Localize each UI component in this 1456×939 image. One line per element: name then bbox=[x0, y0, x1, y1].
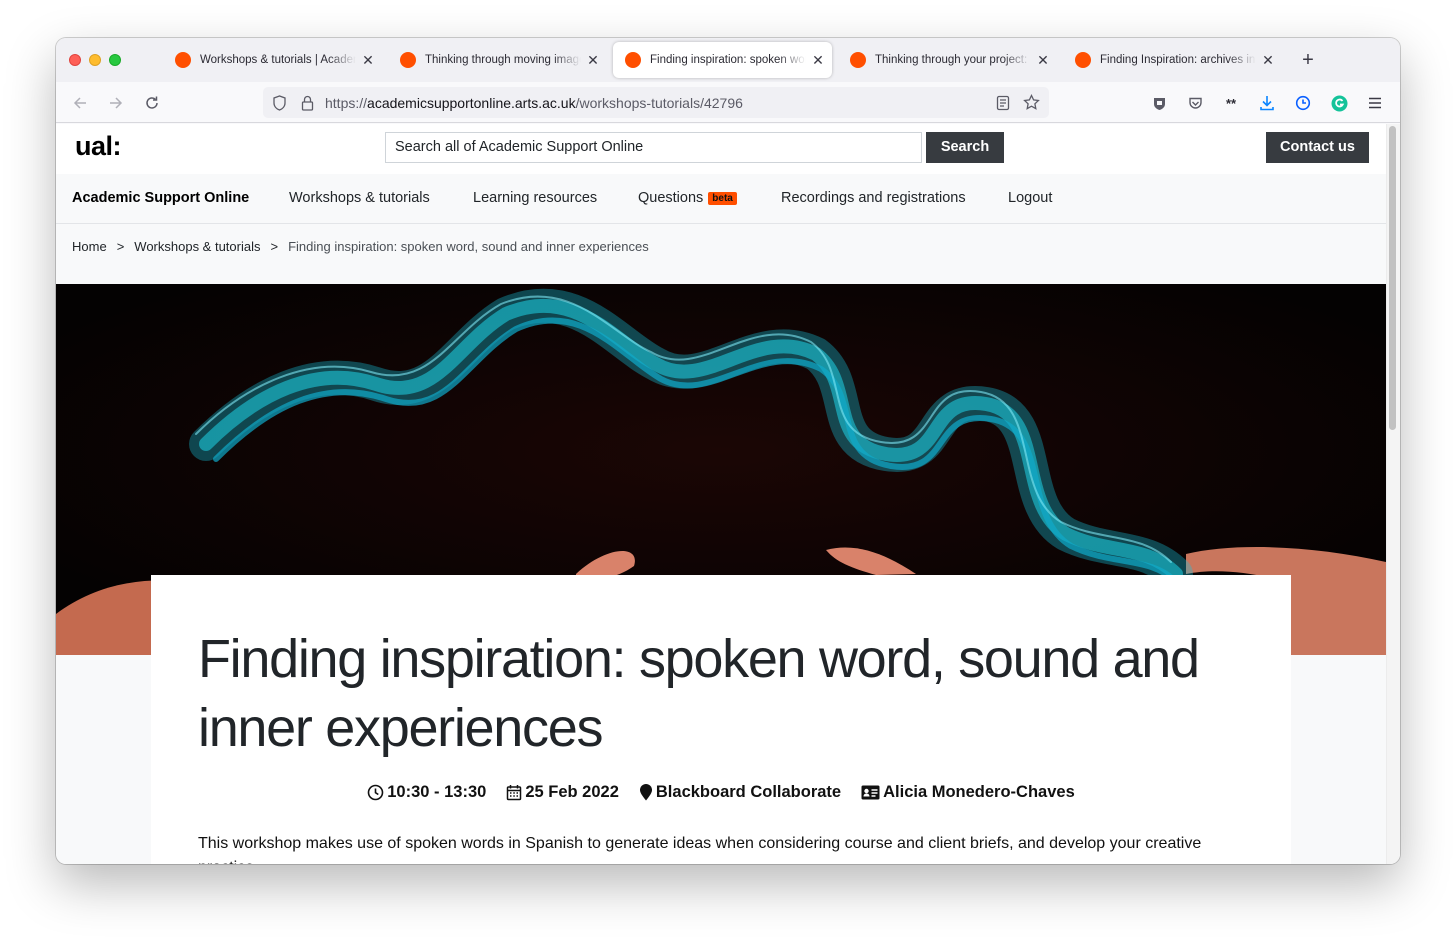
breadcrumb-separator: > bbox=[270, 239, 279, 254]
tab-strip: Workshops & tutorials | Academ ✕ Thinkin… bbox=[56, 38, 1400, 82]
workshop-description: This workshop makes use of spoken words … bbox=[198, 835, 1202, 864]
new-tab-icon[interactable]: + bbox=[1296, 47, 1320, 73]
map-pin-icon bbox=[639, 784, 652, 801]
breadcrumb-home[interactable]: Home bbox=[72, 239, 107, 254]
password-extension-icon[interactable]: ** bbox=[1218, 90, 1244, 116]
reload-icon[interactable] bbox=[139, 90, 165, 116]
tab-label: Thinking through moving image bbox=[425, 54, 581, 66]
ual-favicon-icon bbox=[850, 52, 866, 68]
browser-tab[interactable]: Thinking through moving image ✕ bbox=[388, 42, 607, 78]
nav-item-questions-label: Questions bbox=[638, 190, 704, 206]
close-tab-icon[interactable]: ✕ bbox=[806, 52, 830, 69]
workshop-tutor-text: Alicia Monedero-Chaves bbox=[883, 783, 1075, 801]
history-clock-icon[interactable] bbox=[1290, 90, 1316, 116]
browser-tab[interactable]: Workshops & tutorials | Academ ✕ bbox=[163, 42, 382, 78]
workshop-title: Finding inspiration: spoken word, sound … bbox=[198, 629, 1200, 758]
menu-hamburger-icon[interactable] bbox=[1362, 90, 1388, 116]
ual-favicon-icon bbox=[175, 52, 191, 68]
forward-icon[interactable] bbox=[103, 90, 129, 116]
ual-favicon-icon bbox=[400, 52, 416, 68]
close-tab-icon[interactable]: ✕ bbox=[1031, 52, 1055, 69]
close-tab-icon[interactable]: ✕ bbox=[356, 52, 380, 69]
url-scheme: https:// bbox=[325, 94, 368, 111]
extension-shield-icon[interactable] bbox=[1146, 90, 1172, 116]
zoom-window-button[interactable] bbox=[109, 54, 121, 66]
shield-icon[interactable] bbox=[265, 94, 293, 111]
calendar-icon bbox=[507, 785, 522, 801]
minimize-window-button[interactable] bbox=[89, 54, 101, 66]
browser-tab[interactable]: Thinking through your project: v ✕ bbox=[838, 42, 1057, 78]
close-tab-icon[interactable]: ✕ bbox=[581, 52, 605, 69]
workshop-location-text: Blackboard Collaborate bbox=[655, 783, 842, 801]
contact-us-button[interactable]: Contact us bbox=[1266, 132, 1369, 163]
id-card-icon bbox=[861, 785, 880, 800]
lock-icon[interactable] bbox=[293, 95, 321, 111]
nav-item-questions[interactable]: Questions beta bbox=[638, 190, 737, 206]
browser-tab[interactable]: Finding Inspiration: archives in c ✕ bbox=[1063, 42, 1282, 78]
browser-toolbar: https://academicsupportonline.arts.ac.uk… bbox=[56, 82, 1400, 123]
nav-item-logout[interactable]: Logout bbox=[1008, 190, 1052, 206]
ual-logo[interactable]: ual: bbox=[75, 131, 122, 162]
workshop-meta: 10:30 - 13:30 25 Feb 2022 Blackboard Col… bbox=[151, 783, 1291, 802]
breadcrumb: Home > Workshops & tutorials > Finding inspi… bbox=[72, 239, 649, 254]
workshop-time: 10:30 - 13:30 bbox=[367, 783, 486, 802]
page-viewport: ual: Search all of Academic Support Onli… bbox=[56, 124, 1400, 864]
nav-item-learning-resources[interactable]: Learning resources bbox=[473, 190, 597, 206]
browser-window: Workshops & tutorials | Academ ✕ Thinkin… bbox=[56, 38, 1400, 864]
downloads-icon[interactable] bbox=[1254, 90, 1280, 116]
bookmark-star-icon[interactable] bbox=[1017, 94, 1045, 111]
clock-icon bbox=[367, 784, 384, 801]
breadcrumb-workshops[interactable]: Workshops & tutorials bbox=[134, 239, 260, 254]
workshop-location: Blackboard Collaborate bbox=[639, 783, 841, 802]
url-host: academicsupportonline.arts.ac.uk bbox=[367, 94, 576, 111]
grammarly-icon[interactable] bbox=[1326, 90, 1352, 116]
back-icon[interactable] bbox=[67, 90, 93, 116]
tab-label: Workshops & tutorials | Academ bbox=[200, 54, 356, 66]
tab-label: Finding inspiration: spoken word bbox=[650, 54, 806, 66]
workshop-time-text: 10:30 - 13:30 bbox=[387, 783, 487, 801]
workshop-date: 25 Feb 2022 bbox=[506, 783, 619, 802]
close-window-button[interactable] bbox=[69, 54, 81, 66]
scrollbar-thumb[interactable] bbox=[1389, 126, 1396, 430]
tab-label: Finding Inspiration: archives in c bbox=[1100, 54, 1256, 66]
workshop-date-text: 25 Feb 2022 bbox=[525, 783, 619, 801]
main-navigation: Academic Support Online Workshops & tuto… bbox=[56, 174, 1386, 224]
reader-view-icon[interactable] bbox=[989, 95, 1017, 111]
workshop-card: Finding inspiration: spoken word, sound … bbox=[151, 575, 1291, 864]
ual-favicon-icon bbox=[625, 52, 641, 68]
breadcrumb-current: Finding inspiration: spoken word, sound … bbox=[288, 239, 649, 254]
search-button[interactable]: Search bbox=[926, 132, 1004, 163]
ual-favicon-icon bbox=[1075, 52, 1091, 68]
beta-badge: beta bbox=[708, 192, 737, 205]
tab-label: Thinking through your project: v bbox=[875, 54, 1031, 66]
close-tab-icon[interactable]: ✕ bbox=[1256, 52, 1280, 69]
search-input[interactable]: Search all of Academic Support Online bbox=[385, 132, 922, 163]
url-text[interactable]: https://academicsupportonline.arts.ac.uk… bbox=[325, 95, 989, 111]
nav-brand-link[interactable]: Academic Support Online bbox=[72, 190, 249, 206]
site-header: ual: Search all of Academic Support Onli… bbox=[56, 124, 1386, 174]
nav-item-workshops[interactable]: Workshops & tutorials bbox=[289, 190, 430, 206]
pocket-icon[interactable] bbox=[1182, 90, 1208, 116]
nav-item-recordings[interactable]: Recordings and registrations bbox=[781, 190, 966, 206]
workshop-tutor: Alicia Monedero-Chaves bbox=[861, 783, 1075, 802]
url-path: /workshops-tutorials/42796 bbox=[575, 94, 743, 111]
url-bar[interactable]: https://academicsupportonline.arts.ac.uk… bbox=[263, 87, 1049, 118]
breadcrumb-separator: > bbox=[116, 239, 125, 254]
browser-tab-active[interactable]: Finding inspiration: spoken word ✕ bbox=[613, 42, 832, 78]
